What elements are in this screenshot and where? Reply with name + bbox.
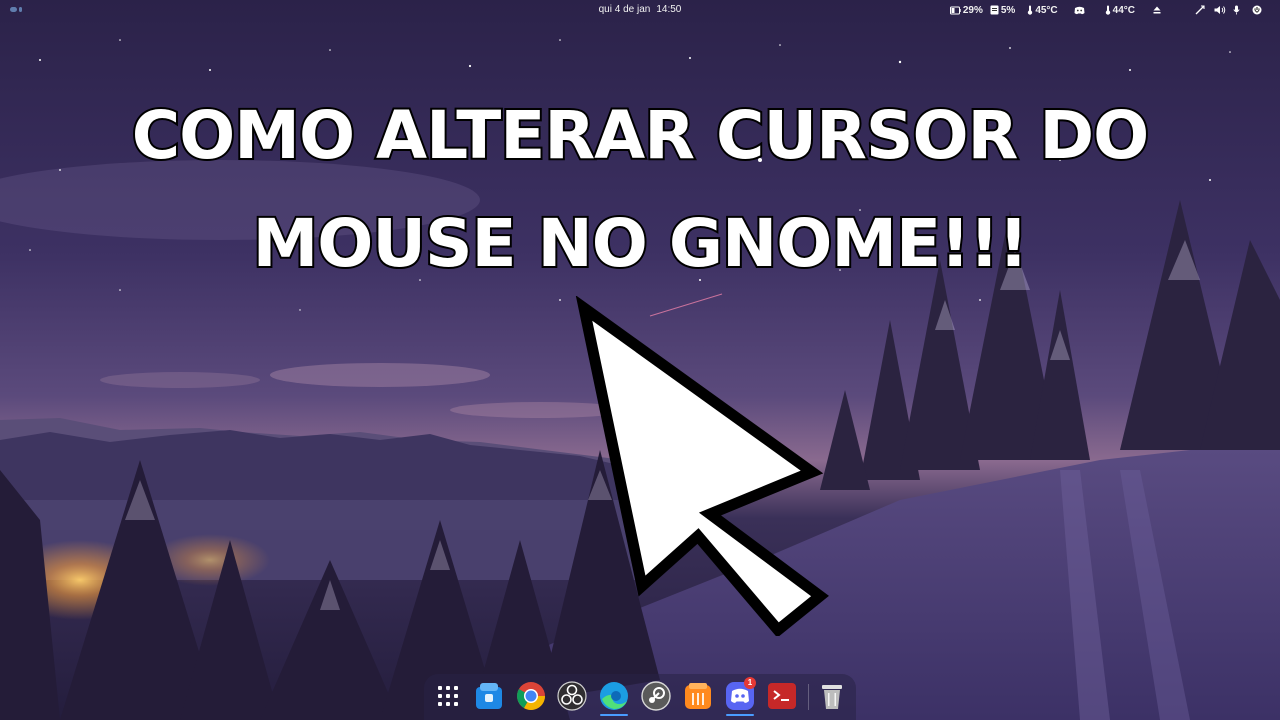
dock-item-edge[interactable] xyxy=(598,680,630,716)
dock-item-trash[interactable] xyxy=(816,680,848,712)
thermometer-icon xyxy=(1028,5,1033,15)
cpu-temperature: 45°C xyxy=(1035,4,1058,16)
gpu-temperature-indicator[interactable]: 44°C xyxy=(1105,5,1135,16)
running-indicator xyxy=(600,714,628,716)
battery-indicator[interactable]: 29% xyxy=(949,4,983,16)
dock-item-terminal[interactable] xyxy=(766,680,798,712)
gpu-temperature: 44°C xyxy=(1112,4,1135,16)
network-icon xyxy=(1195,5,1205,15)
software-store-icon xyxy=(476,683,502,709)
steam-icon xyxy=(641,681,671,711)
battery-percent: 29% xyxy=(962,4,983,16)
power-menu[interactable] xyxy=(1252,5,1262,15)
obs-studio-icon xyxy=(557,681,587,711)
discord-tray-indicator[interactable] xyxy=(1074,6,1085,15)
sublime-text-icon xyxy=(685,683,711,709)
discord-tray-icon xyxy=(1074,6,1085,14)
cpu-percent: 5% xyxy=(1000,4,1016,16)
clock-date: qui 4 de jan xyxy=(598,4,651,15)
trash-icon xyxy=(822,685,842,709)
notification-badge: 1 xyxy=(744,677,756,689)
edge-browser-icon xyxy=(600,682,628,710)
battery-icon xyxy=(949,6,961,14)
microphone-icon xyxy=(1233,5,1240,15)
removable-drive-indicator[interactable] xyxy=(1153,6,1161,14)
power-icon xyxy=(1252,5,1262,15)
thumbnail-headline: COMO ALTERAR CURSOR DO MOUSE NO GNOME!!! xyxy=(0,82,1280,298)
chrome-icon xyxy=(517,682,545,710)
network-indicator[interactable] xyxy=(1195,5,1205,15)
cpu-indicator[interactable]: 5% xyxy=(990,5,1015,16)
speaker-icon xyxy=(1214,6,1226,14)
top-bar: qui 4 de jan 14:50 29% 5% 45°C 44°C xyxy=(0,0,1280,20)
dock-item-steam[interactable] xyxy=(640,680,672,712)
cpu-load-icon xyxy=(990,5,999,15)
dock-item-software-store[interactable] xyxy=(473,680,505,712)
terminal-icon xyxy=(768,683,796,709)
volume-indicator[interactable] xyxy=(1214,5,1226,15)
headline-line-1: COMO ALTERAR CURSOR DO xyxy=(130,95,1152,176)
cpu-temperature-indicator[interactable]: 45°C xyxy=(1027,4,1058,16)
headline-line-2: MOUSE NO GNOME!!! xyxy=(251,203,1031,284)
mouse-cursor-arrow-icon xyxy=(570,295,840,638)
dock: 1 xyxy=(424,674,856,720)
app-grid-icon xyxy=(438,686,458,706)
running-indicator xyxy=(726,714,754,716)
dock-item-discord[interactable]: 1 xyxy=(724,677,756,716)
thermometer-icon xyxy=(1105,5,1110,15)
eject-icon xyxy=(1153,6,1161,14)
dock-item-show-apps[interactable] xyxy=(432,680,464,712)
system-indicators: 29% 5% 45°C 44°C xyxy=(949,3,1262,17)
microphone-indicator[interactable] xyxy=(1233,5,1240,15)
dock-item-sublime-text[interactable] xyxy=(682,680,714,712)
clock-time: 14:50 xyxy=(656,4,682,15)
dock-item-obs-studio[interactable] xyxy=(556,680,588,712)
dock-item-chrome[interactable] xyxy=(515,680,547,712)
dock-separator xyxy=(808,684,809,710)
